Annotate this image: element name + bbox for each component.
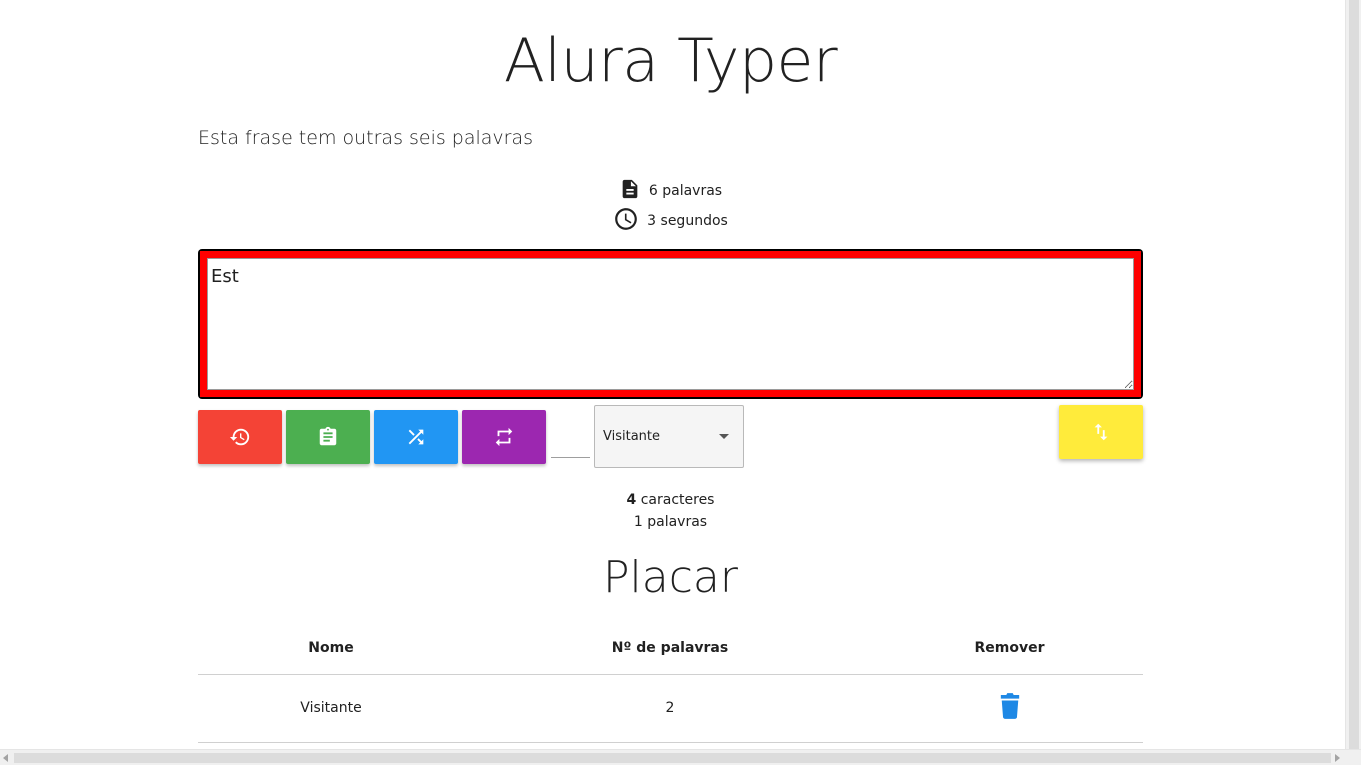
word-count-stat: 6 palavras bbox=[0, 176, 1341, 206]
column-header-name: Nome bbox=[198, 622, 464, 675]
word-count-label: 6 palavras bbox=[648, 183, 723, 199]
phrase-stats: 6 palavras 3 segundos bbox=[0, 176, 1341, 236]
horizontal-scrollbar[interactable] bbox=[0, 749, 1361, 765]
clock-icon bbox=[613, 206, 639, 236]
scoreboard-table: Nome Nº de palavras Remover Visitante 2 bbox=[198, 622, 1143, 743]
clipboard-icon bbox=[319, 426, 337, 446]
row-remove-cell bbox=[876, 674, 1143, 743]
document-icon bbox=[619, 176, 641, 206]
scroll-left-icon[interactable] bbox=[3, 754, 8, 762]
table-header-row: Nome Nº de palavras Remover bbox=[198, 622, 1143, 675]
time-stat: 3 segundos bbox=[0, 206, 1341, 236]
table-row: Visitante 2 bbox=[198, 674, 1143, 743]
scoreboard-title: Placar bbox=[603, 552, 738, 603]
row-name: Visitante bbox=[198, 674, 464, 743]
swap-vertical-icon bbox=[1094, 423, 1108, 441]
repeat-icon bbox=[495, 427, 513, 447]
typing-counters: 4 caracteres 1 palavras bbox=[0, 489, 1341, 533]
shuffle-icon bbox=[408, 429, 424, 445]
typing-area[interactable]: Est bbox=[207, 258, 1134, 390]
char-count-value: 4 bbox=[626, 492, 637, 508]
word-counter: 1 palavras bbox=[633, 514, 708, 530]
user-select-value: Visitante bbox=[603, 429, 661, 444]
typing-area-error-border: Est bbox=[200, 251, 1141, 397]
sync-button[interactable] bbox=[1059, 405, 1143, 459]
phrase-text: Esta frase tem outras seis palavras bbox=[198, 127, 534, 149]
typing-area-frame: Est bbox=[198, 249, 1143, 399]
app-title: Alura Typer bbox=[503, 26, 838, 96]
phrase-id-input-underline[interactable] bbox=[551, 457, 590, 458]
column-header-words: Nº de palavras bbox=[464, 622, 876, 675]
time-label: 3 segundos bbox=[647, 213, 728, 229]
restart-button[interactable] bbox=[198, 410, 282, 464]
select-phrase-button[interactable] bbox=[462, 410, 546, 464]
vertical-scrollbar[interactable] bbox=[1345, 0, 1361, 749]
page: Alura Typer Esta frase tem outras seis p… bbox=[0, 0, 1345, 749]
random-phrase-button[interactable] bbox=[374, 410, 458, 464]
vertical-scrollbar-thumb[interactable] bbox=[1349, 0, 1359, 749]
trash-icon[interactable] bbox=[999, 693, 1021, 723]
char-counter: 4 caracteres bbox=[0, 489, 1341, 511]
scroll-right-icon[interactable] bbox=[1335, 754, 1340, 762]
horizontal-scrollbar-thumb[interactable] bbox=[14, 753, 1331, 763]
row-words: 2 bbox=[464, 674, 876, 743]
caret-down-icon bbox=[719, 434, 729, 439]
show-score-button[interactable] bbox=[286, 410, 370, 464]
column-header-remove: Remover bbox=[876, 622, 1143, 675]
char-count-label: caracteres bbox=[640, 492, 715, 508]
user-select[interactable]: Visitante bbox=[594, 405, 744, 468]
restore-icon bbox=[229, 428, 250, 446]
